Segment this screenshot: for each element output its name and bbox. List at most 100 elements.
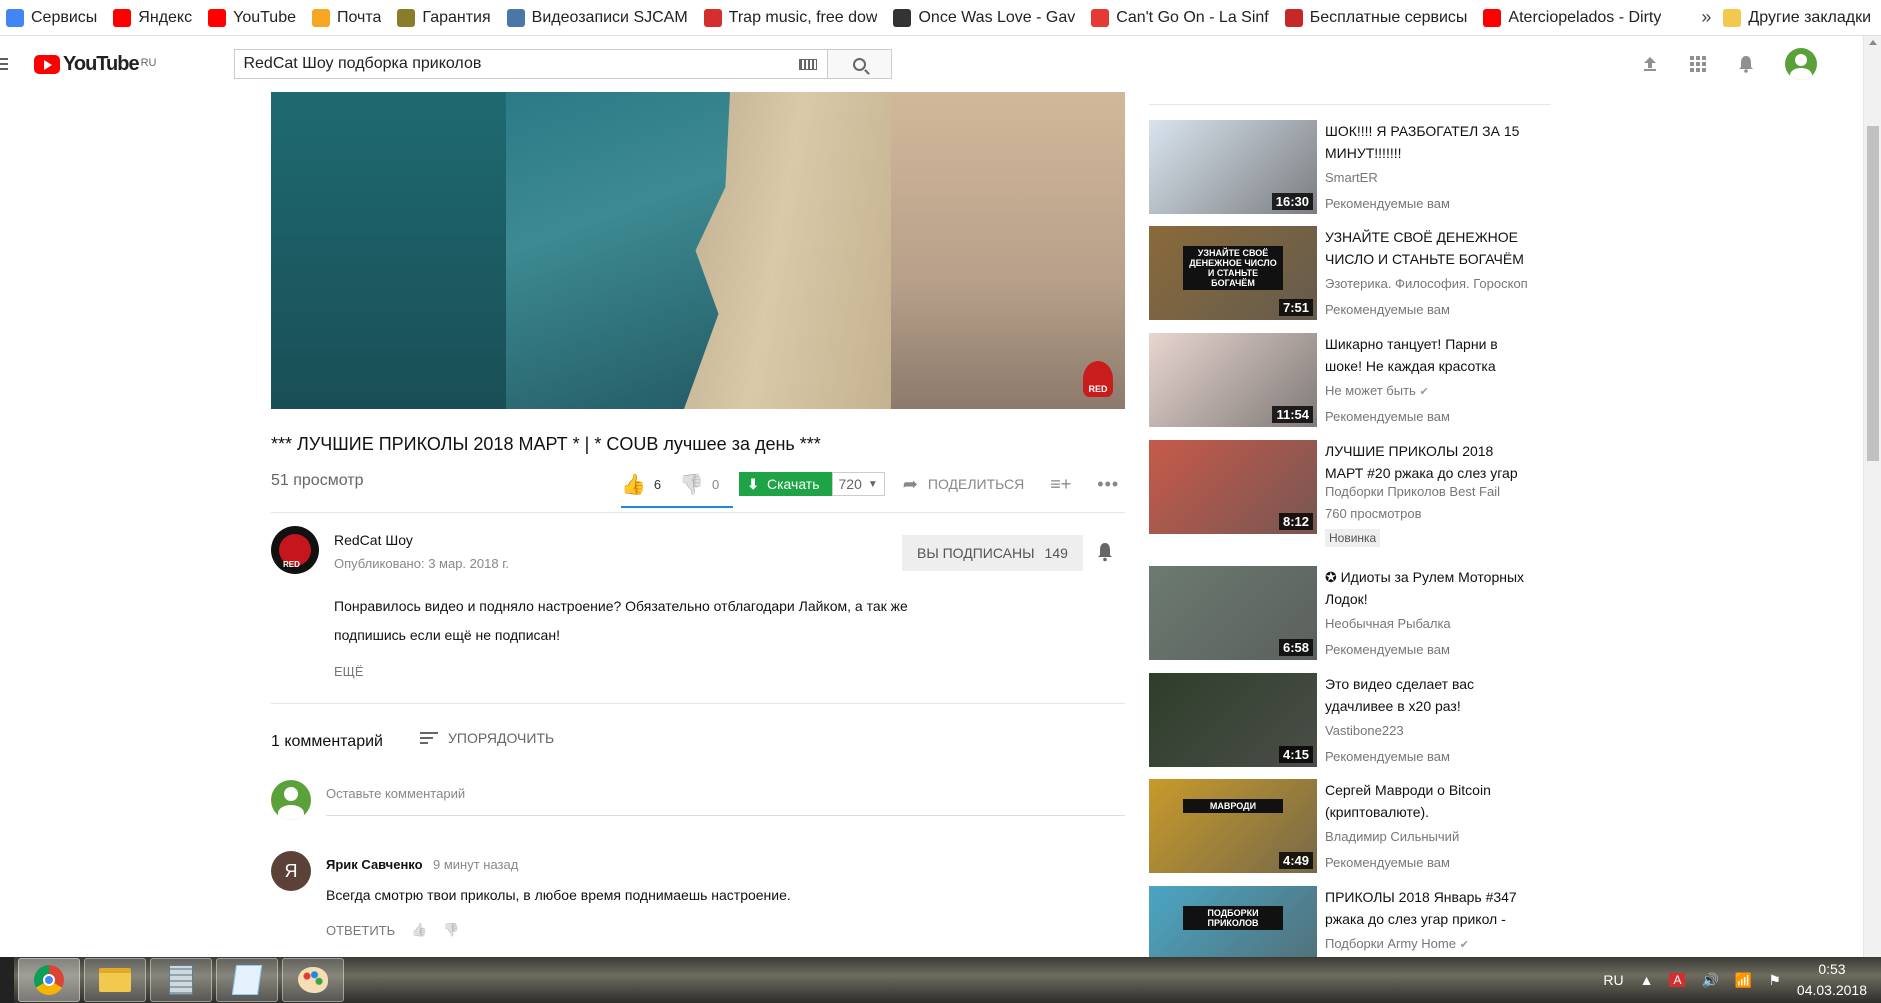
recommended-video[interactable]: 11:54 Шикарно танцует! Парни в шоке! Не к…	[1149, 333, 1551, 429]
taskbar-chrome[interactable]	[18, 958, 80, 1002]
volume-icon[interactable]: 🔊	[1701, 972, 1718, 989]
taskbar-paint[interactable]	[282, 958, 344, 1002]
bookmark-item[interactable]: Почта	[306, 0, 391, 35]
recommended-video-channel[interactable]: Vastibone223	[1325, 723, 1535, 738]
channel-avatar[interactable]	[271, 526, 319, 574]
bookmark-item[interactable]: Can't Go On - La Sinf	[1085, 0, 1278, 35]
language-indicator[interactable]: RU	[1603, 972, 1623, 988]
channel-notifications-bell-icon[interactable]	[1096, 542, 1114, 567]
apps-grid-icon[interactable]	[1689, 55, 1707, 73]
recommended-video-title[interactable]: ✪ Идиоты за Рулем Моторных Лодок!	[1325, 566, 1535, 610]
logo-region: RU	[140, 56, 157, 69]
recommended-video-channel[interactable]: Необычная Рыбалка	[1325, 616, 1535, 631]
quality-select[interactable]: 720 ▼	[831, 472, 885, 496]
reply-button[interactable]: ОТВЕТИТЬ	[326, 923, 395, 938]
tray-expand-icon[interactable]: ▲	[1640, 972, 1654, 988]
chevron-down-icon: ▼	[867, 478, 878, 490]
bookmark-item[interactable]: Видеозаписи SJCAM	[501, 0, 698, 35]
recommended-video[interactable]: УЗНАЙТЕ СВОЁ ДЕНЕЖНОЕ ЧИСЛО И СТАНЬТЕ БО…	[1149, 226, 1551, 322]
page-scrollbar[interactable]	[1863, 36, 1881, 957]
comment-author[interactable]: Ярик Савченко	[326, 857, 423, 872]
video-thumbnail[interactable]: МАВРОДИ 4:49	[1149, 779, 1317, 873]
video-frame-blur-left	[271, 92, 506, 409]
recommended-video-channel[interactable]: Владимир Сильнычий	[1325, 829, 1535, 844]
taskbar-notepad[interactable]	[216, 958, 278, 1002]
show-more-link[interactable]: ЕЩЁ	[334, 664, 364, 679]
taskbar-calculator[interactable]	[150, 958, 212, 1002]
video-thumbnail[interactable]: УЗНАЙТЕ СВОЁ ДЕНЕЖНОЕ ЧИСЛО И СТАНЬТЕ БО…	[1149, 226, 1317, 320]
video-player[interactable]: RED	[271, 92, 1125, 409]
bookmark-item[interactable]: Яндекс	[107, 0, 202, 35]
comment-input[interactable]: Оставьте комментарий	[326, 786, 1125, 816]
like-button[interactable]: 👍 6	[621, 472, 661, 497]
channel-name-text: Необычная Рыбалка	[1325, 616, 1451, 631]
recommended-video-title[interactable]: УЗНАЙТЕ СВОЁ ДЕНЕЖНОЕ ЧИСЛО И СТАНЬТЕ БО…	[1325, 226, 1535, 270]
bookmark-item[interactable]: Бесплатные сервисы	[1279, 0, 1478, 35]
video-thumbnail[interactable]: 6:58	[1149, 566, 1317, 660]
bookmark-item[interactable]: YouTube	[202, 0, 306, 35]
youtube-icon	[1483, 8, 1502, 27]
recommended-video-title[interactable]: Это видео сделает вас удачливее в х20 ра…	[1325, 673, 1535, 717]
recommended-video-channel[interactable]: Подборки Army Home ✔	[1325, 936, 1535, 951]
recommended-video-channel[interactable]: Подборки Приколов Best Fail	[1325, 484, 1535, 499]
recommended-video[interactable]: 6:58 ✪ Идиоты за Рулем Моторных Лодок! Нео…	[1149, 566, 1551, 662]
download-button[interactable]: ⬇ Скачать	[739, 472, 832, 496]
video-duration: 16:30	[1271, 193, 1313, 210]
bookmark-item[interactable]: Trap music, free dow	[698, 0, 888, 35]
recommended-video-channel[interactable]: Эзотерика. Философия. Гороскоп	[1325, 276, 1535, 291]
recommended-video-title[interactable]: Шикарно танцует! Парни в шоке! Не каждая…	[1325, 333, 1535, 377]
bookmark-item[interactable]: Гарантия	[391, 0, 500, 35]
keyboard-icon[interactable]	[799, 58, 818, 70]
comment-like-icon[interactable]: 👍	[411, 922, 427, 938]
share-button[interactable]: ➦ ПОДЕЛИТЬСЯ	[903, 474, 1024, 495]
channel-name[interactable]: RedCat Шоу	[334, 532, 413, 548]
recommended-video[interactable]: 4:15 Это видео сделает вас удачливее в х2…	[1149, 673, 1551, 769]
recommended-video[interactable]: МАВРОДИ 4:49 Сергей Мавроди о Bitcoin (кри…	[1149, 779, 1551, 875]
notifications-bell-icon[interactable]	[1737, 55, 1755, 73]
video-thumbnail[interactable]: 8:12	[1149, 440, 1317, 534]
recommended-video[interactable]: 8:12 ЛУЧШИЕ ПРИКОЛЫ 2018 МАРТ #20 ржака д…	[1149, 440, 1551, 547]
bookmarks-overflow-button[interactable]: »	[1689, 7, 1723, 28]
recommended-video[interactable]: 16:30 ШОК!!!! Я РАЗБОГАТЕЛ ЗА 15 МИНУТ!!!…	[1149, 120, 1551, 216]
antivirus-icon[interactable]: A	[1669, 973, 1686, 987]
start-button[interactable]	[0, 957, 14, 1003]
recommended-video-title[interactable]: ПРИКОЛЫ 2018 Январь #347 ржака до слез у…	[1325, 886, 1535, 930]
recommended-video-title[interactable]: ШОК!!!! Я РАЗБОГАТЕЛ ЗА 15 МИНУТ!!!!!!!	[1325, 120, 1535, 164]
youtube-logo[interactable]: YouTube RU	[34, 53, 156, 76]
bookmark-item[interactable]: Once Was Love - Gav	[887, 0, 1085, 35]
search-input[interactable]	[243, 55, 800, 73]
view-count: 51 просмотр	[271, 472, 364, 489]
sort-comments-button[interactable]: УПОРЯДОЧИТЬ	[420, 730, 554, 746]
subscribed-button[interactable]: ВЫ ПОДПИСАНЫ 149	[902, 535, 1083, 571]
scroll-up-arrow-icon[interactable]	[1869, 40, 1877, 45]
upload-icon[interactable]	[1641, 55, 1659, 73]
add-to-playlist-icon[interactable]: ≡+	[1050, 474, 1071, 495]
video-thumbnail[interactable]: 11:54	[1149, 333, 1317, 427]
network-signal-icon[interactable]: 📶	[1735, 972, 1752, 989]
comment-dislike-icon[interactable]: 👎	[443, 922, 459, 938]
recommended-video-channel[interactable]: Не может быть ✔	[1325, 383, 1535, 398]
video-thumbnail[interactable]: 4:15	[1149, 673, 1317, 767]
menu-icon[interactable]	[0, 58, 20, 70]
video-thumbnail[interactable]: 16:30	[1149, 120, 1317, 214]
account-avatar[interactable]	[1785, 48, 1817, 80]
recommended-video-channel[interactable]: SmartER	[1325, 170, 1535, 185]
scroll-thumb[interactable]	[1867, 126, 1879, 461]
dislike-button[interactable]: 👎 0	[679, 472, 719, 497]
bookmark-item[interactable]: Сервисы	[0, 0, 107, 35]
recommended-video-title[interactable]: Сергей Мавроди о Bitcoin (криптовалюте).	[1325, 779, 1535, 823]
comment-time[interactable]: 9 минут назад	[433, 857, 518, 872]
more-actions-icon[interactable]: •••	[1097, 474, 1119, 495]
channel-name-text: Не может быть	[1325, 383, 1416, 398]
taskbar-explorer[interactable]	[84, 958, 146, 1002]
youtube-play-icon	[34, 54, 60, 74]
bookmark-item[interactable]: Aterciopelados - Dirty	[1477, 0, 1671, 35]
comment-author-avatar[interactable]: Я	[271, 851, 311, 891]
video-duration: 8:12	[1278, 513, 1313, 530]
clock-date: 04.03.2018	[1796, 982, 1867, 998]
flag-icon[interactable]: ⚑	[1768, 972, 1781, 989]
system-clock[interactable]: 0:53 04.03.2018	[1797, 959, 1867, 1001]
search-button[interactable]	[827, 49, 893, 79]
other-bookmarks[interactable]: Другие закладки	[1723, 8, 1881, 27]
recommended-video-title[interactable]: ЛУЧШИЕ ПРИКОЛЫ 2018 МАРТ #20 ржака до сл…	[1325, 440, 1535, 484]
